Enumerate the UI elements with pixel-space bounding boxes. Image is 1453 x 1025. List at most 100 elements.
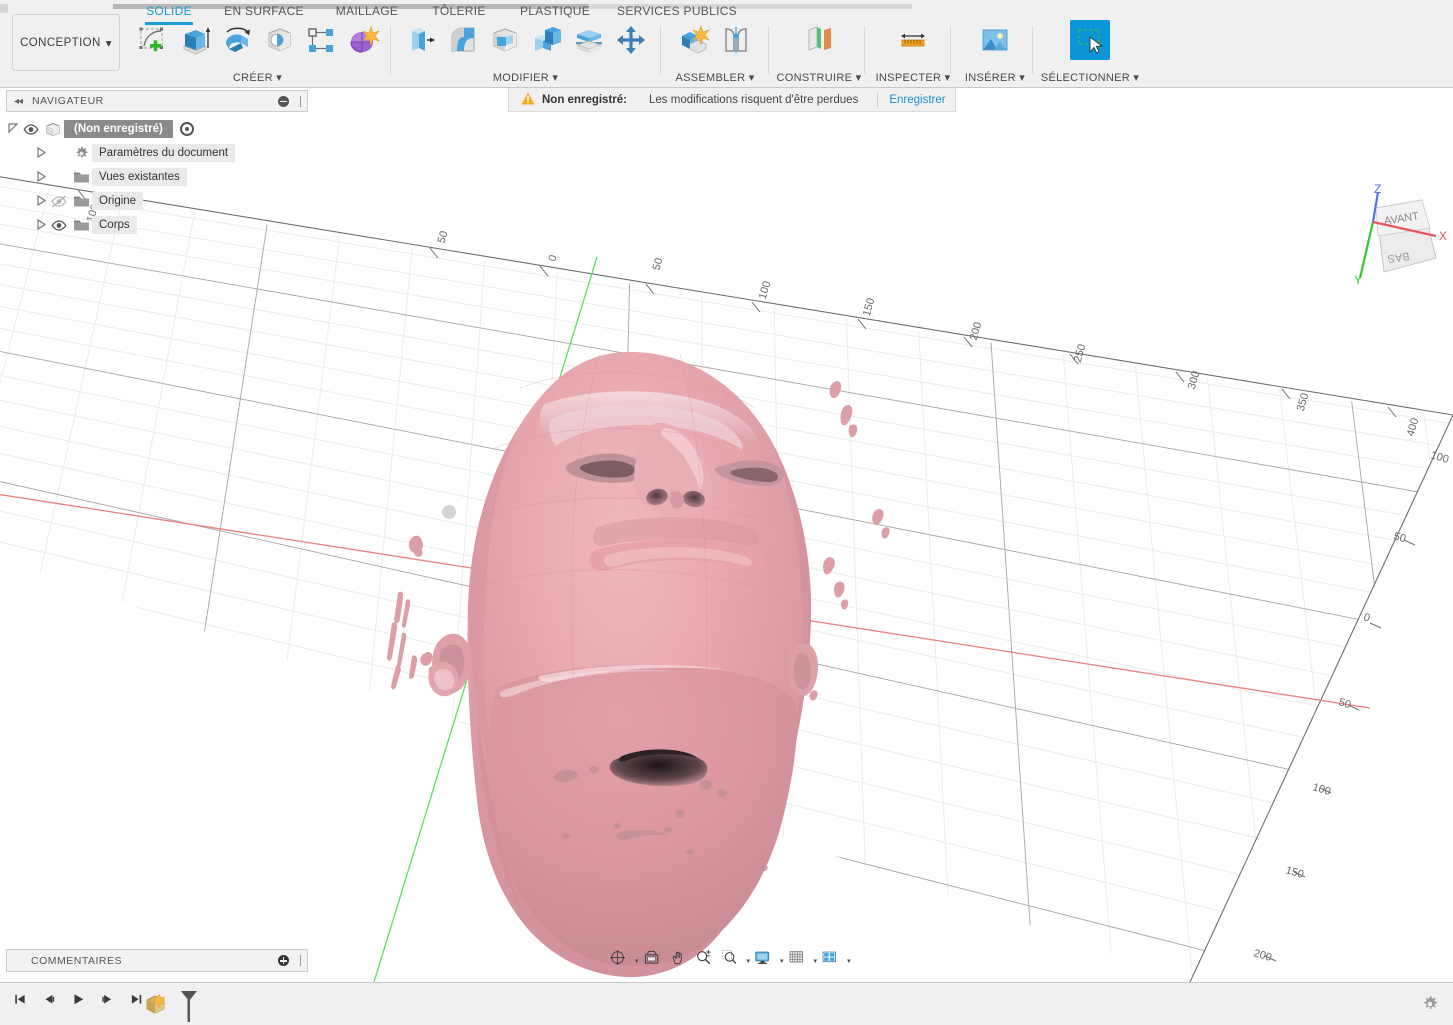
timeline-go-start-button[interactable] [14, 993, 34, 1013]
grid-snaps-icon[interactable] [787, 949, 813, 973]
ruler-tick-label: 50 [651, 257, 666, 272]
ruler-tick-label: 0 [1362, 611, 1371, 624]
split-face-icon[interactable] [569, 20, 609, 60]
chevron-down-icon[interactable]: ▾ [814, 957, 818, 965]
workspace-label: CONCEPTION [20, 36, 101, 49]
ruler-tick-label: 50 [436, 230, 451, 245]
eye-hidden-icon[interactable] [48, 195, 70, 208]
ribbon-group-label-selectionner[interactable]: SÉLECTIONNER ▾ [1038, 71, 1142, 84]
add-comment-icon[interactable] [278, 955, 289, 966]
tree-item-document-settings[interactable]: Paramètres du document [6, 141, 306, 165]
gear-icon [70, 146, 92, 161]
joint-icon[interactable] [716, 20, 756, 60]
tree-item-label: Origine [92, 192, 144, 210]
measure-icon[interactable] [893, 20, 933, 60]
create-sketch-icon[interactable] [133, 20, 173, 60]
revolve-icon[interactable] [217, 20, 257, 60]
eye-visible-icon[interactable] [48, 219, 70, 232]
zoom-window-icon[interactable] [720, 949, 746, 973]
tree-item-origin[interactable]: Origine [6, 189, 306, 213]
viewports-icon[interactable] [820, 949, 846, 973]
chevron-collapsed-icon[interactable] [34, 146, 48, 160]
save-link[interactable]: Enregistrer [889, 94, 945, 106]
tree-item-bodies[interactable]: Corps [6, 213, 306, 237]
ribbon-group-assembler: ASSEMBLER ▾ [668, 20, 762, 84]
pattern-icon[interactable] [301, 20, 341, 60]
resize-grip[interactable] [300, 95, 301, 107]
extrude-icon[interactable] [175, 20, 215, 60]
combine-icon[interactable] [527, 20, 567, 60]
tree-item-named-views[interactable]: Vues existantes [6, 165, 306, 189]
timeline-step-back-button[interactable] [43, 993, 63, 1013]
divider [950, 26, 951, 74]
look-at-icon[interactable] [642, 949, 668, 973]
chevron-collapsed-icon[interactable] [34, 194, 48, 208]
new-component-icon[interactable] [674, 20, 714, 60]
timeline-feature-mesh-body[interactable] [144, 993, 168, 1015]
comments-title: COMMENTAIRES [31, 954, 122, 967]
navigator-panel-header: ◂◂ NAVIGATEUR [6, 90, 308, 112]
select-tool-icon[interactable] [1070, 20, 1110, 60]
minimize-icon[interactable] [278, 95, 289, 107]
ribbon-group-label-assembler[interactable]: ASSEMBLER ▾ [668, 71, 762, 84]
tree-item-label: Vues existantes [92, 168, 187, 186]
chevron-down-icon[interactable]: ▾ [635, 957, 639, 965]
ribbon-group-label-construire[interactable]: CONSTRUIRE ▾ [776, 71, 862, 84]
head-mesh-body[interactable] [387, 351, 890, 978]
fillet-icon[interactable] [443, 20, 483, 60]
offset-plane-icon[interactable] [799, 20, 839, 60]
zoom-icon[interactable] [694, 949, 720, 973]
collapse-panel-icon[interactable]: ◂◂ [14, 96, 23, 107]
chevron-collapsed-icon[interactable] [34, 218, 48, 232]
insert-image-icon[interactable] [975, 20, 1015, 60]
pan-icon[interactable] [668, 949, 694, 973]
mesh-artifact-sphere [442, 505, 456, 519]
chevron-expanded-icon[interactable] [6, 122, 20, 136]
folder-icon [70, 194, 92, 208]
tree-root-document[interactable]: (Non enregistré) [6, 117, 306, 141]
ribbon-group-creer: CRÉER ▾ [130, 20, 385, 84]
timeline-playhead[interactable] [178, 989, 200, 1025]
ribbon-group-label-inserer[interactable]: INSÉRER ▾ [958, 71, 1032, 84]
press-pull-icon[interactable] [401, 20, 441, 60]
ribbon-group-label-modifier[interactable]: MODIFIER ▾ [398, 71, 653, 84]
ruler-tick-label: 350 [1295, 392, 1312, 413]
tree-item-label: Corps [92, 216, 137, 234]
settings-gear-icon[interactable] [1421, 995, 1439, 1018]
chevron-down-icon[interactable]: ▾ [847, 957, 851, 965]
navigator-tree: (Non enregistré) Paramètres du document … [6, 117, 306, 237]
folder-icon [70, 170, 92, 184]
hole-icon[interactable] [259, 20, 299, 60]
comments-panel-header[interactable]: COMMENTAIRES [6, 949, 308, 972]
ear-right [787, 643, 818, 697]
ribbon-group-label-inspecter[interactable]: INSPECTER ▾ [872, 71, 954, 84]
resize-grip[interactable] [300, 955, 301, 966]
chevron-collapsed-icon[interactable] [34, 170, 48, 184]
ruler-tick-label: 100 [1311, 781, 1332, 798]
view-cube[interactable]: AVANT BAS Z Y X [1340, 180, 1453, 297]
timeline-bar [0, 982, 1453, 1025]
eye-visible-icon[interactable] [20, 123, 42, 136]
timeline-play-button[interactable] [72, 993, 92, 1013]
ruler-tick-label: 200 [1252, 947, 1273, 964]
fusion-app-window: 100 50 0 50 100 150 250 200 300 350 400 100 50 0 50 10… [0, 0, 1453, 1025]
activate-component-radio[interactable] [179, 122, 194, 136]
folder-icon [70, 218, 92, 232]
workspace-selector[interactable]: CONCEPTION ▾ [12, 14, 120, 71]
divider [390, 26, 391, 74]
warning-message: Les modifications risquent d'être perdue… [649, 93, 859, 106]
ruler-tick-label: 50 [1392, 530, 1407, 545]
display-settings-icon[interactable] [753, 949, 779, 973]
shell-icon[interactable] [485, 20, 525, 60]
create-form-icon[interactable] [343, 20, 383, 60]
ribbon-group-label-creer[interactable]: CRÉER ▾ [130, 71, 385, 84]
chevron-down-icon[interactable]: ▾ [747, 957, 751, 965]
timeline-step-forward-button[interactable] [101, 993, 121, 1013]
move-copy-icon[interactable] [611, 20, 651, 60]
orbit-icon[interactable] [608, 949, 634, 973]
chevron-down-icon[interactable]: ▾ [780, 957, 784, 965]
tabstrip-scroll-left[interactable] [0, 4, 8, 13]
ruler-tick-label: 150 [861, 297, 878, 318]
warning-title: Non enregistré: [542, 93, 627, 106]
tree-item-label: Paramètres du document [92, 144, 236, 162]
